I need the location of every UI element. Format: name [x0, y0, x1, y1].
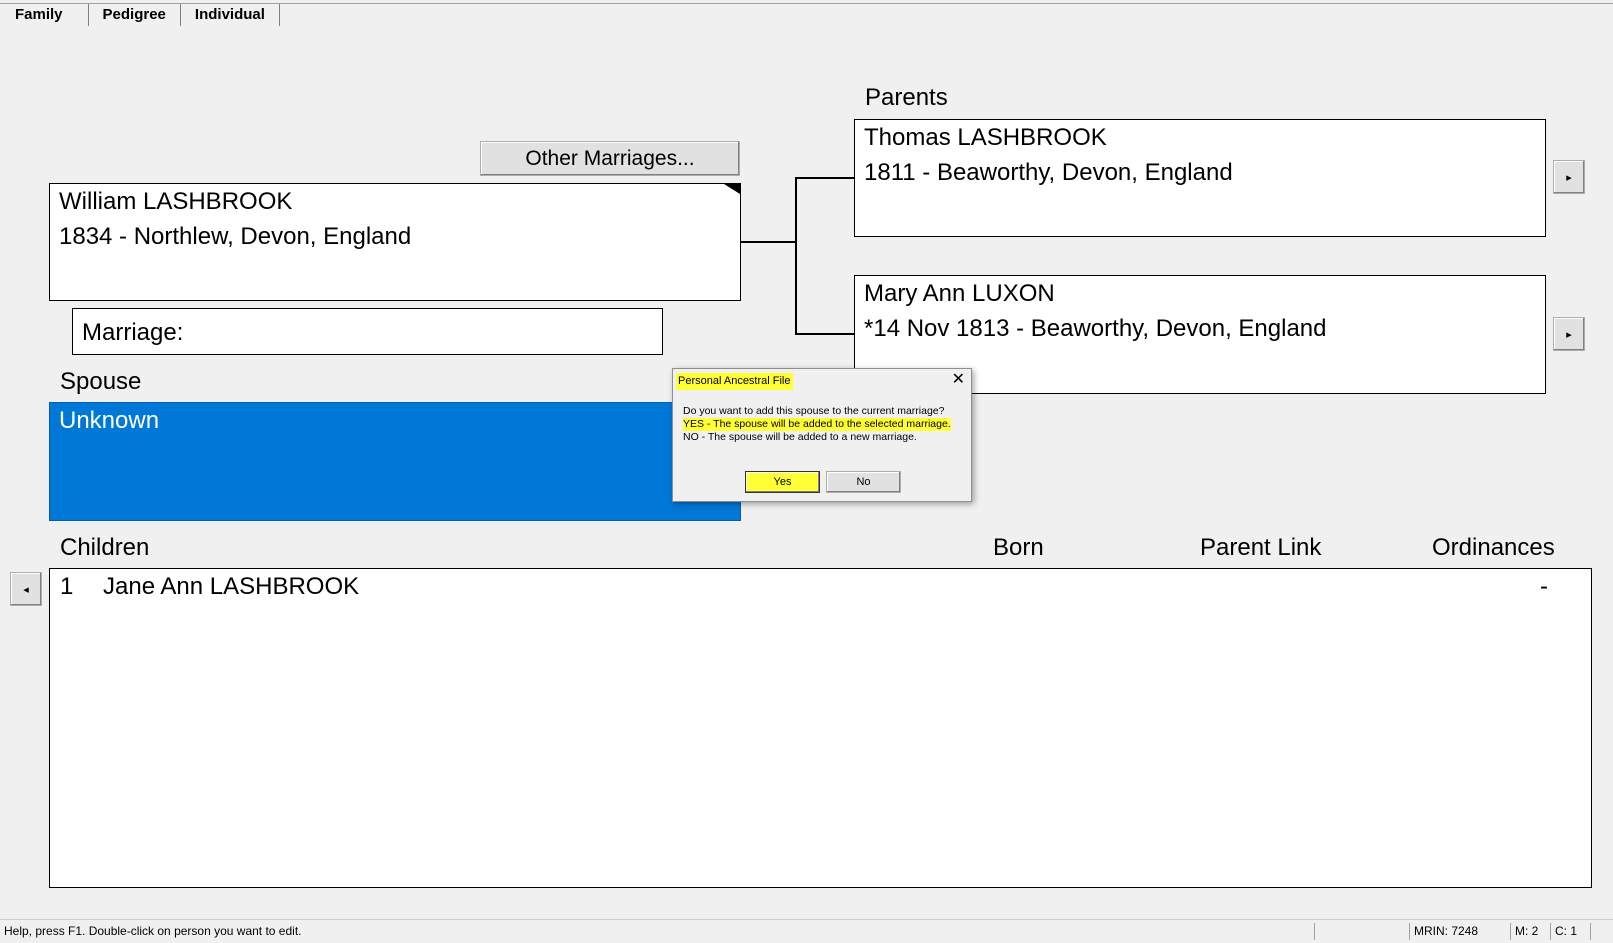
- triangle-left-icon: ◂: [23, 584, 29, 596]
- triangle-right-icon: ▸: [1566, 172, 1572, 184]
- yes-button[interactable]: Yes: [745, 471, 820, 493]
- confirm-dialog: Personal Ancestral File ✕ Do you want to…: [672, 368, 972, 502]
- triangle-right-icon: ▸: [1566, 329, 1572, 341]
- mother-name: Mary Ann LUXON: [864, 280, 1055, 307]
- other-marriages-button[interactable]: Other Marriages...: [480, 141, 740, 176]
- father-detail: 1811 - Beaworthy, Devon, England: [864, 159, 1233, 186]
- connector-horizontal: [741, 241, 796, 243]
- mother-detail: *14 Nov 1813 - Beaworthy, Devon, England: [864, 315, 1327, 342]
- connector-mother: [795, 333, 855, 335]
- children-label: Children: [60, 534, 150, 561]
- individual-name: William LASHBROOK: [59, 188, 293, 215]
- status-empty-cell: [1314, 923, 1410, 940]
- parent-link-header: Parent Link: [1200, 534, 1322, 561]
- mother-nav-button[interactable]: ▸: [1553, 317, 1585, 351]
- father-box[interactable]: Thomas LASHBROOK 1811 - Beaworthy, Devon…: [854, 119, 1546, 237]
- dialog-yes-text: YES - The spouse will be added to the se…: [683, 418, 951, 431]
- connector-vertical: [795, 177, 797, 335]
- close-icon[interactable]: ✕: [952, 371, 965, 389]
- status-bar: Help, press F1. Double-click on person y…: [0, 919, 1613, 943]
- status-resize-cell: [1590, 923, 1613, 940]
- ordinances-header: Ordinances: [1432, 534, 1555, 561]
- tab-bar: Family Pedigree Individual: [0, 4, 280, 28]
- tab-individual[interactable]: Individual: [181, 4, 280, 26]
- individual-box[interactable]: William LASHBROOK 1834 - Northlew, Devon…: [49, 183, 741, 301]
- individual-detail: 1834 - Northlew, Devon, England: [59, 223, 412, 250]
- status-children: C: 1: [1550, 923, 1591, 940]
- marriage-box[interactable]: Marriage:: [72, 308, 663, 355]
- no-button[interactable]: No: [826, 471, 901, 493]
- dialog-title: Personal Ancestral File: [676, 373, 793, 390]
- tab-family[interactable]: Family: [0, 4, 89, 26]
- other-marriages-indicator: [724, 184, 740, 194]
- marriage-label: Marriage:: [82, 319, 184, 346]
- children-nav-button[interactable]: ◂: [10, 572, 42, 606]
- status-mrin: MRIN: 7248: [1409, 923, 1511, 940]
- born-header: Born: [993, 534, 1044, 561]
- status-marriages: M: 2: [1510, 923, 1551, 940]
- child-ordinances: -: [1540, 573, 1548, 600]
- father-nav-button[interactable]: ▸: [1553, 160, 1585, 194]
- parents-label: Parents: [865, 84, 948, 111]
- dialog-no-text: NO - The spouse will be added to a new m…: [683, 431, 917, 443]
- spouse-box[interactable]: Unknown: [49, 402, 741, 521]
- child-name: Jane Ann LASHBROOK: [103, 573, 360, 600]
- spouse-name: Unknown: [59, 407, 160, 434]
- status-help: Help, press F1. Double-click on person y…: [4, 924, 302, 938]
- tab-pedigree[interactable]: Pedigree: [89, 4, 181, 26]
- dialog-question: Do you want to add this spouse to the cu…: [683, 405, 945, 417]
- father-name: Thomas LASHBROOK: [864, 124, 1107, 151]
- spouse-label: Spouse: [60, 368, 142, 395]
- connector-father: [795, 177, 855, 179]
- children-list[interactable]: 1 Jane Ann LASHBROOK -: [49, 568, 1592, 888]
- list-item[interactable]: 1 Jane Ann LASHBROOK -: [50, 573, 1591, 603]
- child-number: 1: [60, 573, 74, 600]
